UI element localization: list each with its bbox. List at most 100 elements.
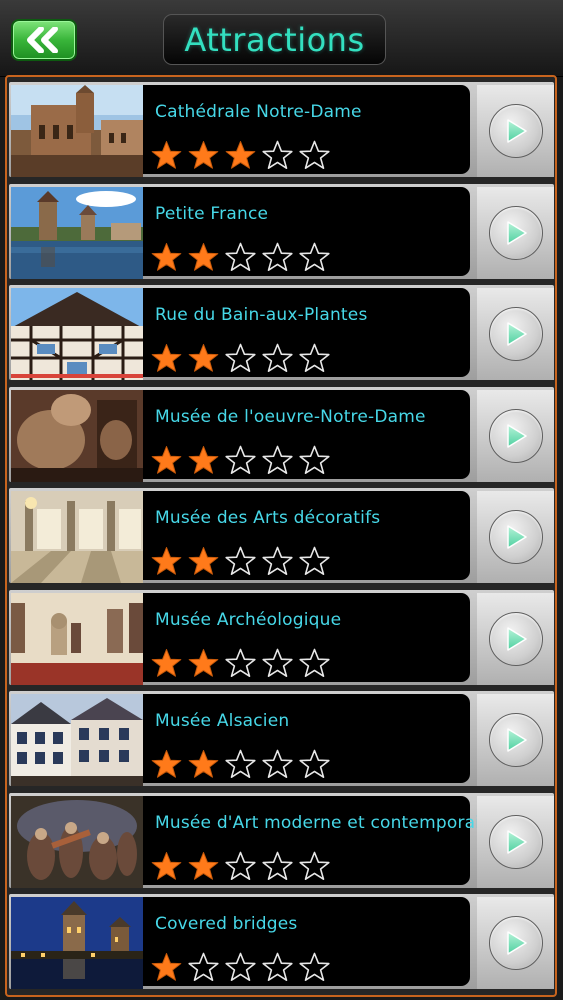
star-empty-icon <box>299 343 330 372</box>
attraction-name: Musée d'Art moderne et contemporain <box>155 812 492 833</box>
attraction-thumbnail <box>11 897 143 989</box>
star-filled-icon <box>151 953 182 981</box>
list-item[interactable]: Petite France <box>9 183 554 279</box>
list-item[interactable]: Musée Archéologique <box>9 589 554 685</box>
attraction-name: Musée de l'oeuvre-Notre-Dame <box>155 406 426 427</box>
star-filled-icon <box>188 750 219 778</box>
attraction-info: Petite France <box>143 186 470 276</box>
play-arrow-icon <box>506 220 527 245</box>
top-navigation-bar: Attractions <box>0 0 563 77</box>
list-item[interactable]: Cathédrale Notre-Dame <box>9 82 554 177</box>
attraction-info: Musée Alsacien <box>143 694 470 783</box>
star-empty-icon <box>225 343 256 372</box>
play-circle <box>488 408 543 463</box>
star-rating <box>151 140 330 170</box>
star-empty-icon <box>262 851 293 880</box>
star-filled-icon <box>188 141 219 169</box>
star-rating <box>151 242 330 272</box>
star-empty-icon <box>299 851 330 880</box>
attraction-thumbnail <box>11 186 143 279</box>
star-filled-icon <box>188 242 219 271</box>
play-circle <box>488 104 543 158</box>
star-rating <box>151 952 330 982</box>
open-attraction-button[interactable] <box>477 491 554 583</box>
open-attraction-button[interactable] <box>477 186 554 279</box>
attraction-thumbnail <box>11 592 143 685</box>
star-empty-icon <box>225 952 256 981</box>
star-rating <box>151 749 330 779</box>
list-item[interactable]: Musée des Arts décoratifs <box>9 488 554 583</box>
play-arrow-icon <box>506 525 527 549</box>
star-empty-icon <box>299 140 330 169</box>
star-filled-icon <box>151 242 182 271</box>
star-empty-icon <box>299 242 330 271</box>
star-empty-icon <box>299 952 330 981</box>
play-circle <box>488 713 543 767</box>
open-attraction-button[interactable] <box>477 897 554 989</box>
star-empty-icon <box>225 242 256 271</box>
back-button[interactable] <box>11 19 77 61</box>
title-box: Attractions <box>163 14 386 65</box>
attraction-info: Covered bridges <box>143 897 470 986</box>
list-item[interactable]: Musée de l'oeuvre-Notre-Dame <box>9 386 554 482</box>
open-attraction-button[interactable] <box>477 389 554 482</box>
star-filled-icon <box>151 851 182 880</box>
play-arrow-icon <box>506 931 527 955</box>
star-empty-icon <box>225 648 256 677</box>
play-arrow-icon <box>506 728 527 752</box>
star-filled-icon <box>188 547 219 575</box>
attraction-name: Musée Archéologique <box>155 609 342 630</box>
open-attraction-button[interactable] <box>477 592 554 685</box>
list-item[interactable]: Musée d'Art moderne et contemporain <box>9 792 554 888</box>
star-empty-icon <box>225 749 256 778</box>
star-rating <box>151 546 330 576</box>
open-attraction-button[interactable] <box>477 694 554 786</box>
list-item[interactable]: Musée Alsacien <box>9 691 554 786</box>
open-attraction-button[interactable] <box>477 85 554 177</box>
star-filled-icon <box>151 750 182 778</box>
star-empty-icon <box>299 749 330 778</box>
star-rating <box>151 445 330 475</box>
star-filled-icon <box>151 344 182 372</box>
star-empty-icon <box>225 445 256 474</box>
attraction-name: Musée Alsacien <box>155 711 290 731</box>
attraction-name: Covered bridges <box>155 914 298 934</box>
open-attraction-button[interactable] <box>477 288 554 380</box>
play-circle <box>488 307 543 361</box>
play-circle <box>488 611 543 666</box>
play-arrow-icon <box>506 829 527 854</box>
list-item[interactable]: Covered bridges <box>9 894 554 989</box>
attraction-name: Musée des Arts décoratifs <box>155 508 381 528</box>
list-item[interactable]: Rue du Bain-aux-Plantes <box>9 285 554 380</box>
open-attraction-button[interactable] <box>477 795 554 888</box>
star-empty-icon <box>225 546 256 575</box>
star-empty-icon <box>262 140 293 169</box>
star-empty-icon <box>262 546 293 575</box>
star-empty-icon <box>299 445 330 474</box>
star-empty-icon <box>262 343 293 372</box>
attraction-info: Musée des Arts décoratifs <box>143 491 470 580</box>
attraction-name: Petite France <box>155 203 269 224</box>
star-filled-icon <box>225 141 256 169</box>
attraction-info: Musée Archéologique <box>143 592 470 682</box>
star-filled-icon <box>151 648 182 677</box>
attraction-thumbnail <box>11 694 143 786</box>
star-empty-icon <box>262 445 293 474</box>
play-circle <box>488 814 543 869</box>
star-filled-icon <box>188 445 219 474</box>
star-empty-icon <box>225 851 256 880</box>
play-arrow-icon <box>506 119 527 143</box>
page-title: Attractions <box>184 20 365 59</box>
attraction-thumbnail <box>11 389 143 482</box>
attraction-thumbnail <box>11 288 143 380</box>
star-empty-icon <box>188 952 219 981</box>
star-empty-icon <box>262 749 293 778</box>
star-rating <box>151 851 330 881</box>
attraction-thumbnail <box>11 795 143 888</box>
play-circle <box>488 205 543 260</box>
attraction-info: Musée d'Art moderne et contemporain <box>143 795 491 885</box>
attraction-name: Cathédrale Notre-Dame <box>155 102 362 122</box>
double-chevron-left-icon <box>27 27 58 53</box>
play-circle <box>488 916 543 970</box>
play-arrow-icon <box>506 626 527 651</box>
